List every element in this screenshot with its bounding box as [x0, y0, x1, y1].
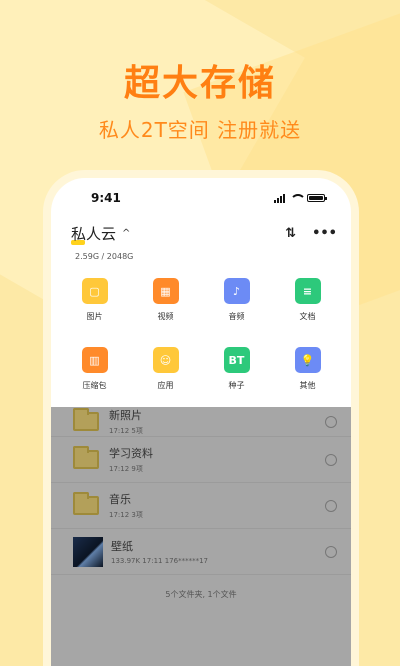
- category-item[interactable]: ☺ 应用: [130, 347, 201, 402]
- select-radio[interactable]: [325, 415, 337, 428]
- file-name: 学习资料: [109, 447, 153, 460]
- file-name: 壁纸: [111, 540, 133, 553]
- file-meta: 17:12 3项: [109, 511, 143, 519]
- image-icon: ▢: [81, 278, 108, 304]
- list-item[interactable]: 音乐 17:12 3项: [51, 483, 351, 529]
- category-label: 视频: [157, 312, 174, 321]
- category-item[interactable]: 💡 其他: [272, 347, 343, 402]
- video-icon: ▦: [152, 278, 179, 304]
- category-label: 其他: [299, 381, 316, 390]
- category-item[interactable]: ≡ 文档: [272, 278, 343, 333]
- file-meta: 17:12 5项: [109, 427, 143, 435]
- promo-subline: 私人2T空间 注册就送: [98, 118, 302, 142]
- signal-icon: [274, 193, 285, 203]
- category-item[interactable]: BT 种子: [201, 347, 272, 402]
- file-name: 新照片: [109, 409, 142, 422]
- cloud-selector[interactable]: 私人云 ^: [71, 223, 131, 245]
- select-radio[interactable]: [325, 499, 337, 512]
- list-item[interactable]: 壁纸 133.97K 17:11 176******17: [51, 529, 351, 575]
- category-label: 音频: [228, 312, 245, 321]
- audio-icon: ♪: [223, 278, 250, 304]
- file-list: 新照片 17:12 5项 学习资料 17:12 9项 音乐 17:12 3项 壁…: [51, 407, 351, 666]
- status-bar: 9:41: [51, 178, 351, 218]
- folder-icon: [73, 446, 99, 469]
- category-item[interactable]: ♪ 音频: [201, 278, 272, 333]
- list-item[interactable]: 新照片 17:12 5项: [51, 407, 351, 437]
- phone-mockup: 9:41 私人云 ^ ⇅ ••• 2.59G / 2048G ▢ 图片 ▦ 视频 ♪…: [51, 178, 351, 666]
- battery-icon: [307, 194, 327, 202]
- app-icon: ☺: [152, 347, 179, 373]
- select-radio[interactable]: [325, 545, 337, 558]
- app-header: 私人云 ^ ⇅ •••: [51, 218, 351, 245]
- folder-icon: [73, 492, 99, 515]
- category-label: 文档: [299, 312, 316, 321]
- category-label: 压缩包: [82, 381, 107, 390]
- document-icon: ≡: [294, 278, 321, 304]
- status-icons: [274, 193, 327, 203]
- promo-headline: 超大存储: [123, 63, 276, 104]
- archive-icon: ▥: [81, 347, 108, 373]
- category-item[interactable]: ▢ 图片: [59, 278, 130, 333]
- folder-icon: [73, 408, 99, 431]
- wifi-icon: [290, 193, 306, 203]
- category-label: 种子: [228, 381, 245, 390]
- other-icon: 💡: [294, 347, 321, 373]
- file-name: 音乐: [109, 493, 131, 506]
- category-label: 图片: [86, 312, 103, 321]
- page-title: 私人云: [71, 224, 117, 243]
- file-meta: 133.97K 17:11 176******17: [111, 557, 208, 565]
- list-summary: 5个文件夹, 1个文件: [165, 590, 237, 599]
- header-actions: ⇅ •••: [285, 226, 337, 241]
- chevron-up-icon: ^: [122, 227, 131, 239]
- category-item[interactable]: ▥ 压缩包: [59, 347, 130, 402]
- status-time: 9:41: [91, 191, 121, 205]
- category-grid: ▢ 图片 ▦ 视频 ♪ 音频 ≡ 文档 ▥ 压缩包 ☺ 应用 BT 种子 💡 其他: [51, 268, 351, 402]
- list-item[interactable]: 学习资料 17:12 9项: [51, 437, 351, 483]
- image-thumbnail: [73, 536, 103, 567]
- category-item[interactable]: ▦ 视频: [130, 278, 201, 333]
- more-icon[interactable]: •••: [312, 226, 337, 241]
- select-radio[interactable]: [325, 453, 337, 466]
- torrent-icon: BT: [223, 347, 250, 373]
- category-label: 应用: [157, 381, 174, 390]
- storage-usage: 2.59G / 2048G: [75, 252, 134, 261]
- file-meta: 17:12 9项: [109, 465, 143, 473]
- sort-icon[interactable]: ⇅: [285, 226, 296, 241]
